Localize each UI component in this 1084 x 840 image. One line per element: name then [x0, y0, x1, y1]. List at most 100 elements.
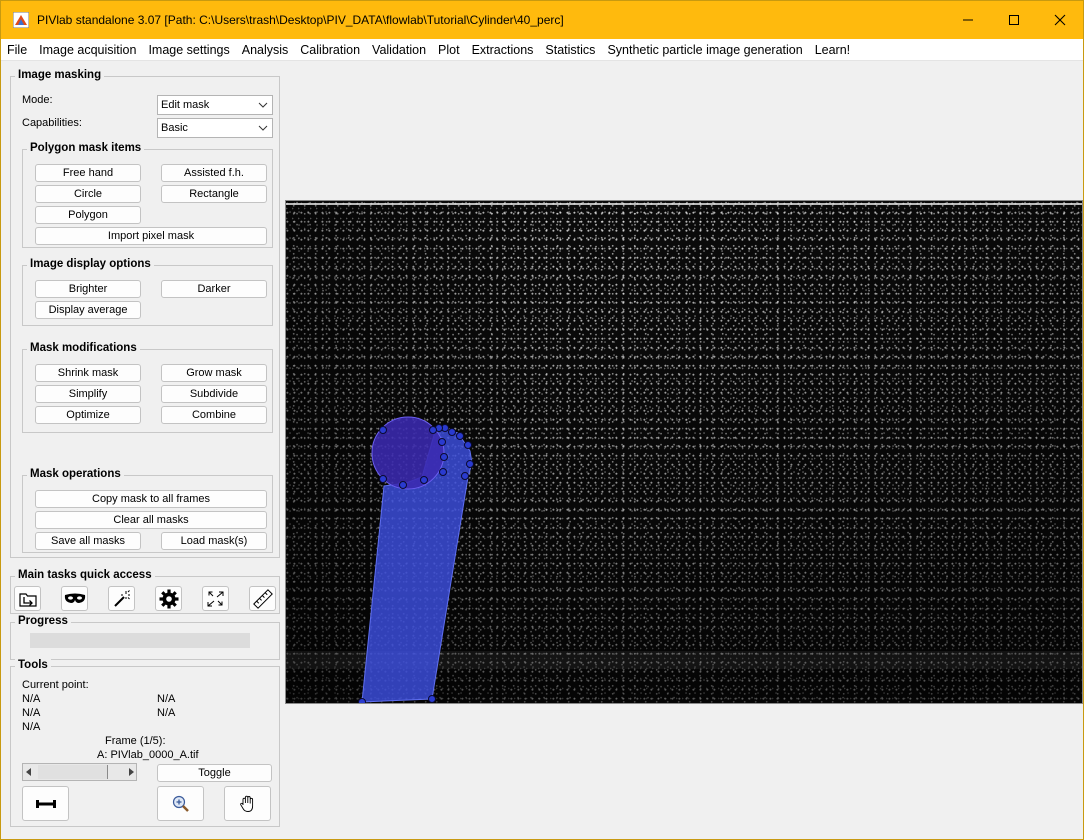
point-value-3: N/A: [22, 707, 41, 719]
polygon-button[interactable]: Polygon: [35, 206, 141, 224]
menu-statistics[interactable]: Statistics: [539, 39, 601, 61]
menu-validation[interactable]: Validation: [366, 39, 432, 61]
import-pixel-mask-button[interactable]: Import pixel mask: [35, 227, 267, 245]
calibration-button[interactable]: [249, 586, 276, 611]
circle-button[interactable]: Circle: [35, 185, 141, 203]
mask-overlay[interactable]: [286, 201, 1083, 704]
zoom-button[interactable]: [157, 786, 204, 821]
menu-image-acquisition[interactable]: Image acquisition: [33, 39, 142, 61]
menu-synthetic-particle-image-generation[interactable]: Synthetic particle image generation: [601, 39, 808, 61]
mask-vertex-handle[interactable]: [439, 468, 447, 476]
analyze-button[interactable]: [202, 586, 229, 611]
shrink-mask-button[interactable]: Shrink mask: [35, 364, 141, 382]
distance-tool-button[interactable]: [22, 786, 69, 821]
mask-modifications-title: Mask modifications: [27, 342, 140, 354]
polygon-mask-items-panel: Polygon mask items Free hand Assisted f.…: [22, 142, 273, 248]
point-value-4: N/A: [157, 707, 176, 719]
mask-vertex-handle[interactable]: [420, 476, 428, 484]
image-masking-panel: Image masking Mode: Edit mask Capabiliti…: [10, 69, 280, 558]
mask-vertex-handle[interactable]: [428, 695, 436, 703]
analysis-settings-button[interactable]: [155, 586, 182, 611]
close-icon: [1054, 14, 1066, 26]
mask-vertex-handle[interactable]: [429, 426, 437, 434]
window-title: PIVlab standalone 3.07 [Path: C:\Users\t…: [37, 13, 564, 27]
close-button[interactable]: [1037, 1, 1083, 39]
menu-plot[interactable]: Plot: [432, 39, 466, 61]
grow-mask-button[interactable]: Grow mask: [161, 364, 267, 382]
progress-bar: [30, 633, 250, 648]
menu-image-settings[interactable]: Image settings: [142, 39, 235, 61]
mask-vertex-handle[interactable]: [448, 428, 456, 436]
free-hand-button[interactable]: Free hand: [35, 164, 141, 182]
gear-icon: [159, 589, 178, 608]
rectangle-button[interactable]: Rectangle: [161, 185, 267, 203]
capabilities-select[interactable]: Basic: [157, 118, 273, 138]
pan-button[interactable]: [224, 786, 271, 821]
display-average-button[interactable]: Display average: [35, 301, 141, 319]
capabilities-select-value: Basic: [161, 122, 188, 134]
ruler-icon: [252, 588, 273, 609]
point-value-5: N/A: [22, 721, 41, 733]
clear-all-masks-button[interactable]: Clear all masks: [35, 511, 267, 529]
load-images-icon: [18, 592, 37, 607]
mask-tool-button[interactable]: [61, 586, 88, 611]
minimize-button[interactable]: [945, 1, 991, 39]
pivlab-app-icon: [13, 12, 29, 28]
menu-learn[interactable]: Learn!: [809, 39, 856, 61]
magic-wand-icon: [113, 589, 130, 607]
mask-vertex-handle[interactable]: [440, 453, 448, 461]
maximize-icon: [1009, 15, 1019, 25]
slider-track: [38, 765, 108, 779]
polygon-mask-items-title: Polygon mask items: [27, 142, 145, 154]
save-all-masks-button[interactable]: Save all masks: [35, 532, 141, 550]
mask-vertex-handle[interactable]: [466, 460, 474, 468]
mask-vertex-handle[interactable]: [399, 481, 407, 489]
copy-mask-to-all-frames-button[interactable]: Copy mask to all frames: [35, 490, 267, 508]
menu-file[interactable]: File: [1, 39, 33, 61]
scroll-left-icon[interactable]: [25, 768, 33, 776]
current-point-label: Current point:: [22, 679, 89, 691]
mask-vertex-handle[interactable]: [379, 426, 387, 434]
simplify-button[interactable]: Simplify: [35, 385, 141, 403]
mask-icon: [64, 593, 85, 603]
chevron-down-icon: [258, 102, 268, 108]
subdivide-button[interactable]: Subdivide: [161, 385, 267, 403]
frame-file-label: A: PIVlab_0000_A.tif: [97, 749, 199, 761]
mask-vertex-handle[interactable]: [379, 475, 387, 483]
load-images-button[interactable]: [14, 586, 41, 611]
load-masks-button[interactable]: Load mask(s): [161, 532, 267, 550]
quick-access-title: Main tasks quick access: [15, 569, 155, 581]
optimize-button[interactable]: Optimize: [35, 406, 141, 424]
toggle-button[interactable]: Toggle: [157, 764, 272, 782]
mode-select[interactable]: Edit mask: [157, 95, 273, 115]
mask-vertex-handle[interactable]: [358, 698, 366, 705]
mask-vertex-handle[interactable]: [438, 438, 446, 446]
darker-button[interactable]: Darker: [161, 280, 267, 298]
capabilities-label: Capabilities:: [22, 117, 82, 129]
title-bar: PIVlab standalone 3.07 [Path: C:\Users\t…: [1, 1, 1083, 39]
mask-vertex-handle[interactable]: [464, 441, 472, 449]
assisted-freehand-button[interactable]: Assisted f.h.: [161, 164, 267, 182]
image-display-options-title: Image display options: [27, 258, 154, 270]
particle-image-view[interactable]: [285, 200, 1083, 704]
minimize-icon: [963, 19, 973, 21]
brighter-button[interactable]: Brighter: [35, 280, 141, 298]
left-control-panel: Image masking Mode: Edit mask Capabiliti…: [9, 67, 280, 833]
slider-thumb[interactable]: [109, 765, 123, 779]
tools-title: Tools: [15, 659, 51, 671]
scroll-right-icon[interactable]: [127, 768, 135, 776]
tools-panel: Tools Current point: N/A N/A N/A N/A N/A…: [10, 659, 280, 827]
progress-panel: Progress: [10, 615, 280, 660]
preprocessing-button[interactable]: [108, 586, 135, 611]
menu-calibration[interactable]: Calibration: [294, 39, 366, 61]
frame-slider[interactable]: [22, 763, 137, 781]
maximize-button[interactable]: [991, 1, 1037, 39]
menu-analysis[interactable]: Analysis: [236, 39, 295, 61]
combine-button[interactable]: Combine: [161, 406, 267, 424]
quick-access-panel: Main tasks quick access: [10, 569, 280, 614]
menu-extractions[interactable]: Extractions: [466, 39, 540, 61]
mask-vertex-handle[interactable]: [456, 432, 464, 440]
menu-bar: File Image acquisition Image settings An…: [1, 39, 1083, 61]
chevron-down-icon: [258, 125, 268, 131]
mask-vertex-handle[interactable]: [461, 472, 469, 480]
